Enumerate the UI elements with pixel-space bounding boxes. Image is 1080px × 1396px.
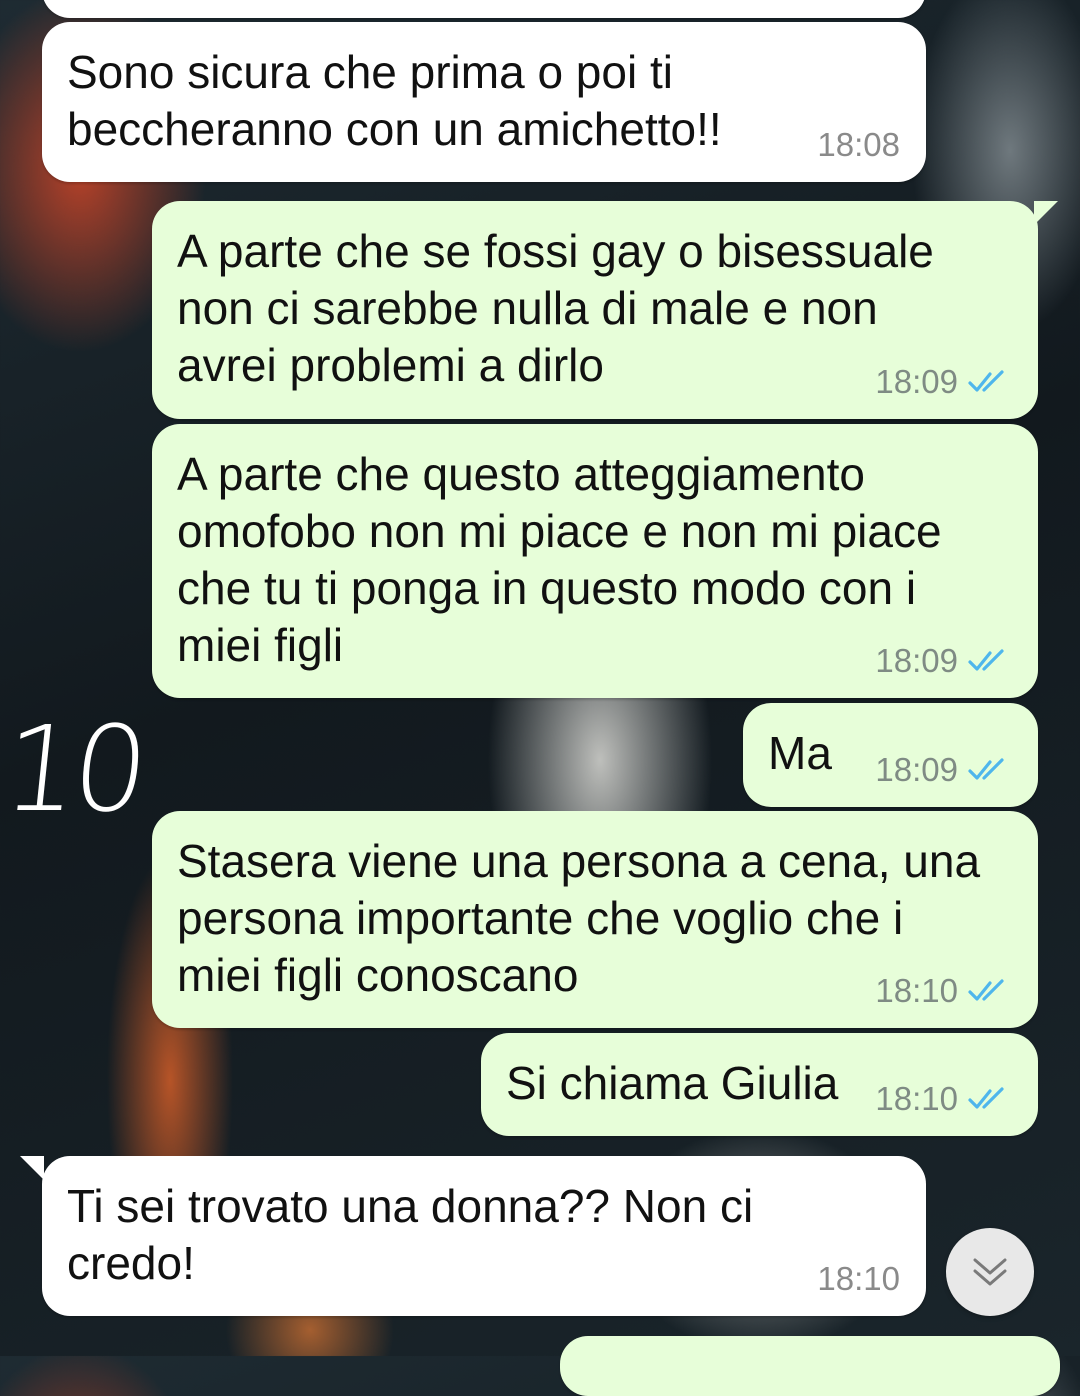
- double-check-icon: [968, 1087, 1004, 1109]
- message-bubble-outgoing[interactable]: Stasera viene una persona a cena, una pe…: [152, 811, 1038, 1028]
- message-text: Ti sei trovato una donna?? Non ci credo!: [67, 1180, 754, 1289]
- message-meta: 18:08: [817, 126, 900, 164]
- message-time: 18:10: [875, 1080, 958, 1117]
- message-time: 18:09: [875, 642, 958, 679]
- message-time: 18:10: [817, 1260, 900, 1297]
- message-text: A parte che questo atteggiamento omofobo…: [177, 448, 942, 671]
- message-time: 18:09: [875, 751, 958, 788]
- message-time: 18:08: [817, 126, 900, 163]
- message-bubble-incoming[interactable]: Ti sei trovato una donna?? Non ci credo!…: [20, 1156, 926, 1316]
- message-time: 18:09: [875, 363, 958, 400]
- bubble-tail: [1034, 201, 1058, 225]
- message-meta: 18:09: [875, 363, 1012, 401]
- double-check-icon: [968, 758, 1004, 780]
- message-bubble-outgoing[interactable]: Si chiama Giulia 18:10: [481, 1033, 1038, 1136]
- message-meta: 18:09: [875, 751, 1012, 789]
- double-check-icon: [968, 370, 1004, 392]
- message-meta: 18:10: [817, 1260, 900, 1298]
- message-meta: 18:10: [875, 972, 1012, 1010]
- message-time: 18:10: [875, 972, 958, 1009]
- double-check-icon: [968, 979, 1004, 1001]
- handwritten-number-annotation: 10: [0, 700, 150, 838]
- message-bubble-outgoing[interactable]: A parte che se fossi gay o bisessuale no…: [152, 201, 1058, 419]
- message-bubble-partial-top: [42, 0, 926, 18]
- bubble-tail: [20, 1156, 44, 1180]
- scroll-to-bottom-button[interactable]: [946, 1228, 1034, 1316]
- message-bubble-partial-bottom: [560, 1336, 1060, 1396]
- message-meta: 18:09: [875, 642, 1012, 680]
- message-bubble-incoming[interactable]: Sono sicura che prima o poi ti beccheran…: [42, 22, 926, 182]
- double-chevron-down-icon: [973, 1258, 1007, 1286]
- message-text: Sono sicura che prima o poi ti beccheran…: [67, 46, 722, 155]
- message-bubble-outgoing[interactable]: A parte che questo atteggiamento omofobo…: [152, 424, 1038, 698]
- double-check-icon: [968, 649, 1004, 671]
- message-meta: 18:10: [875, 1080, 1012, 1118]
- message-bubble-outgoing[interactable]: Ma 18:09: [743, 703, 1038, 807]
